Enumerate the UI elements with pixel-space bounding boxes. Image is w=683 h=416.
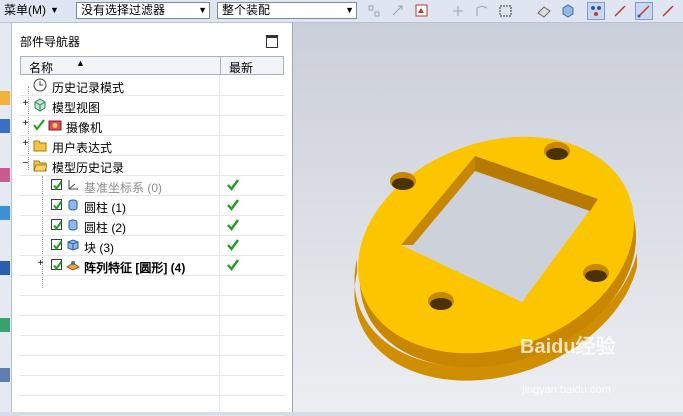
empty-row (20, 276, 284, 296)
up-to-date-check-icon (227, 179, 239, 191)
rectangle-select-icon[interactable] (498, 3, 514, 19)
eraser-icon[interactable] (536, 3, 552, 19)
point-filter-icon[interactable] (587, 2, 605, 20)
cylinder-icon (68, 219, 78, 231)
tree-item-label: 圆柱 (1) (84, 201, 127, 215)
tree-item-label: 阵列特征 [圆形] (4) (84, 261, 186, 275)
clock-icon (33, 78, 47, 92)
point-snap-icon[interactable] (450, 3, 466, 19)
curve-snap-icon[interactable] (635, 2, 653, 20)
tree-item-label: 摄像机 (66, 121, 103, 135)
assembly-navigator-icon[interactable] (0, 91, 10, 105)
top-toolbar: 菜单(M) ▼ 没有选择过滤器 ▼ 整个装配 ▼ (0, 0, 683, 23)
tree-item-label: 圆柱 (2) (84, 221, 127, 235)
up-to-date-check-icon (227, 199, 239, 211)
visibility-checkbox[interactable] (51, 179, 63, 191)
tree-item-label: 模型历史记录 (52, 161, 125, 175)
chevron-down-icon: ▼ (198, 5, 207, 15)
tree-item-label: 基准坐标系 (0) (84, 181, 163, 195)
expand-icon[interactable]: + (36, 259, 45, 269)
visibility-checkbox[interactable] (51, 259, 63, 271)
selection-filter-combo[interactable]: 没有选择过滤器 ▼ (76, 2, 210, 19)
column-name-header[interactable]: 名称 (29, 59, 53, 76)
empty-row (20, 396, 284, 416)
expand-icon[interactable]: + (21, 99, 30, 109)
block-icon (67, 239, 79, 251)
column-header: 名称 ▲ 最新 (20, 56, 284, 75)
visibility-checkbox[interactable] (51, 239, 63, 251)
history-icon[interactable] (0, 318, 10, 332)
tree-row[interactable]: 基准坐标系 (0) (20, 176, 284, 196)
up-to-date-check-icon (227, 259, 239, 271)
selection-scope-icon[interactable] (414, 3, 430, 19)
select-feature-icon[interactable] (390, 3, 406, 19)
tree-row[interactable]: 圆柱 (1) (20, 196, 284, 216)
cylinder-icon (68, 199, 78, 211)
tree-row[interactable]: + 阵列特征 [圆形] (4) (20, 256, 284, 276)
datum-csys-icon (68, 180, 78, 190)
maximize-icon[interactable] (266, 35, 278, 48)
empty-row (20, 376, 284, 396)
web-browser-icon[interactable] (0, 261, 10, 275)
roles-icon[interactable] (0, 368, 10, 382)
expand-icon[interactable]: + (21, 119, 30, 129)
solid-body-icon[interactable] (560, 3, 576, 19)
snap-point-icon[interactable] (366, 3, 382, 19)
graphics-window[interactable] (293, 23, 683, 412)
empty-row (20, 316, 284, 336)
watermark-url: jingyan.baidu.com (522, 384, 611, 396)
tree-item-label: 用户表达式 (52, 141, 113, 155)
tree-row[interactable]: 块 (3) (20, 236, 284, 256)
tree-item-label: 模型视图 (52, 101, 101, 115)
expand-icon[interactable]: + (21, 139, 30, 149)
visibility-checkbox[interactable] (51, 199, 63, 211)
up-to-date-check-icon (227, 219, 239, 231)
menu-dropdown-icon[interactable]: ▼ (50, 2, 59, 19)
bolt-hole (428, 292, 454, 310)
column-latest-header[interactable]: 最新 (229, 59, 253, 76)
empty-row (20, 336, 284, 356)
empty-row (20, 296, 284, 316)
tree-row[interactable]: − 模型历史记录 (20, 156, 284, 176)
pattern-feature-icon (66, 261, 80, 271)
curve-rule-icon[interactable] (474, 3, 490, 19)
bolt-hole (544, 142, 570, 160)
collapse-icon[interactable]: − (21, 159, 30, 169)
chevron-down-icon: ▼ (345, 5, 354, 15)
tree-row[interactable]: + 模型视图 (20, 96, 284, 116)
up-to-date-check-icon (227, 239, 239, 251)
part-navigator-icon[interactable] (0, 168, 10, 182)
open-folder-icon (33, 160, 47, 172)
tree-row[interactable]: 历史记录模式 (20, 76, 284, 96)
menu-button[interactable]: 菜单(M) (4, 2, 46, 19)
resource-bar (0, 23, 12, 412)
tree-item-label: 块 (3) (84, 241, 115, 255)
edge-snap-icon[interactable] (660, 3, 676, 19)
constraint-navigator-icon[interactable] (0, 119, 10, 133)
tree-item-label: 历史记录模式 (52, 81, 125, 95)
bolt-hole (583, 264, 609, 282)
model-view-icon (34, 98, 46, 112)
assembly-scope-combo[interactable]: 整个装配 ▼ (217, 2, 357, 19)
watermark: Baidu经验 (520, 336, 616, 358)
empty-row (20, 356, 284, 376)
line-snap-icon[interactable] (612, 3, 628, 19)
reuse-library-icon[interactable] (0, 206, 10, 220)
navigator-tree: 历史记录模式 + 模型视图 + 摄像机 + 用户表达式 − 模型历史记录 基准坐… (20, 76, 284, 416)
camera-icon (48, 120, 62, 131)
part-navigator-panel: 部件导航器 名称 ▲ 最新 历史记录模式 + 模型视图 + 摄像机 + 用户表达… (12, 23, 293, 416)
folder-icon (33, 140, 47, 152)
selection-filter-value: 没有选择过滤器 (81, 3, 166, 17)
visibility-checkbox[interactable] (51, 219, 63, 231)
flange-model[interactable] (293, 23, 683, 412)
panel-title: 部件导航器 (20, 35, 81, 49)
sort-ascending-icon: ▲ (76, 58, 85, 68)
tree-row[interactable]: 圆柱 (2) (20, 216, 284, 236)
tree-row[interactable]: + 摄像机 (20, 116, 284, 136)
assembly-scope-value: 整个装配 (222, 3, 271, 17)
tree-row[interactable]: + 用户表达式 (20, 136, 284, 156)
bolt-hole (390, 172, 416, 190)
checkmark-icon (33, 119, 45, 131)
